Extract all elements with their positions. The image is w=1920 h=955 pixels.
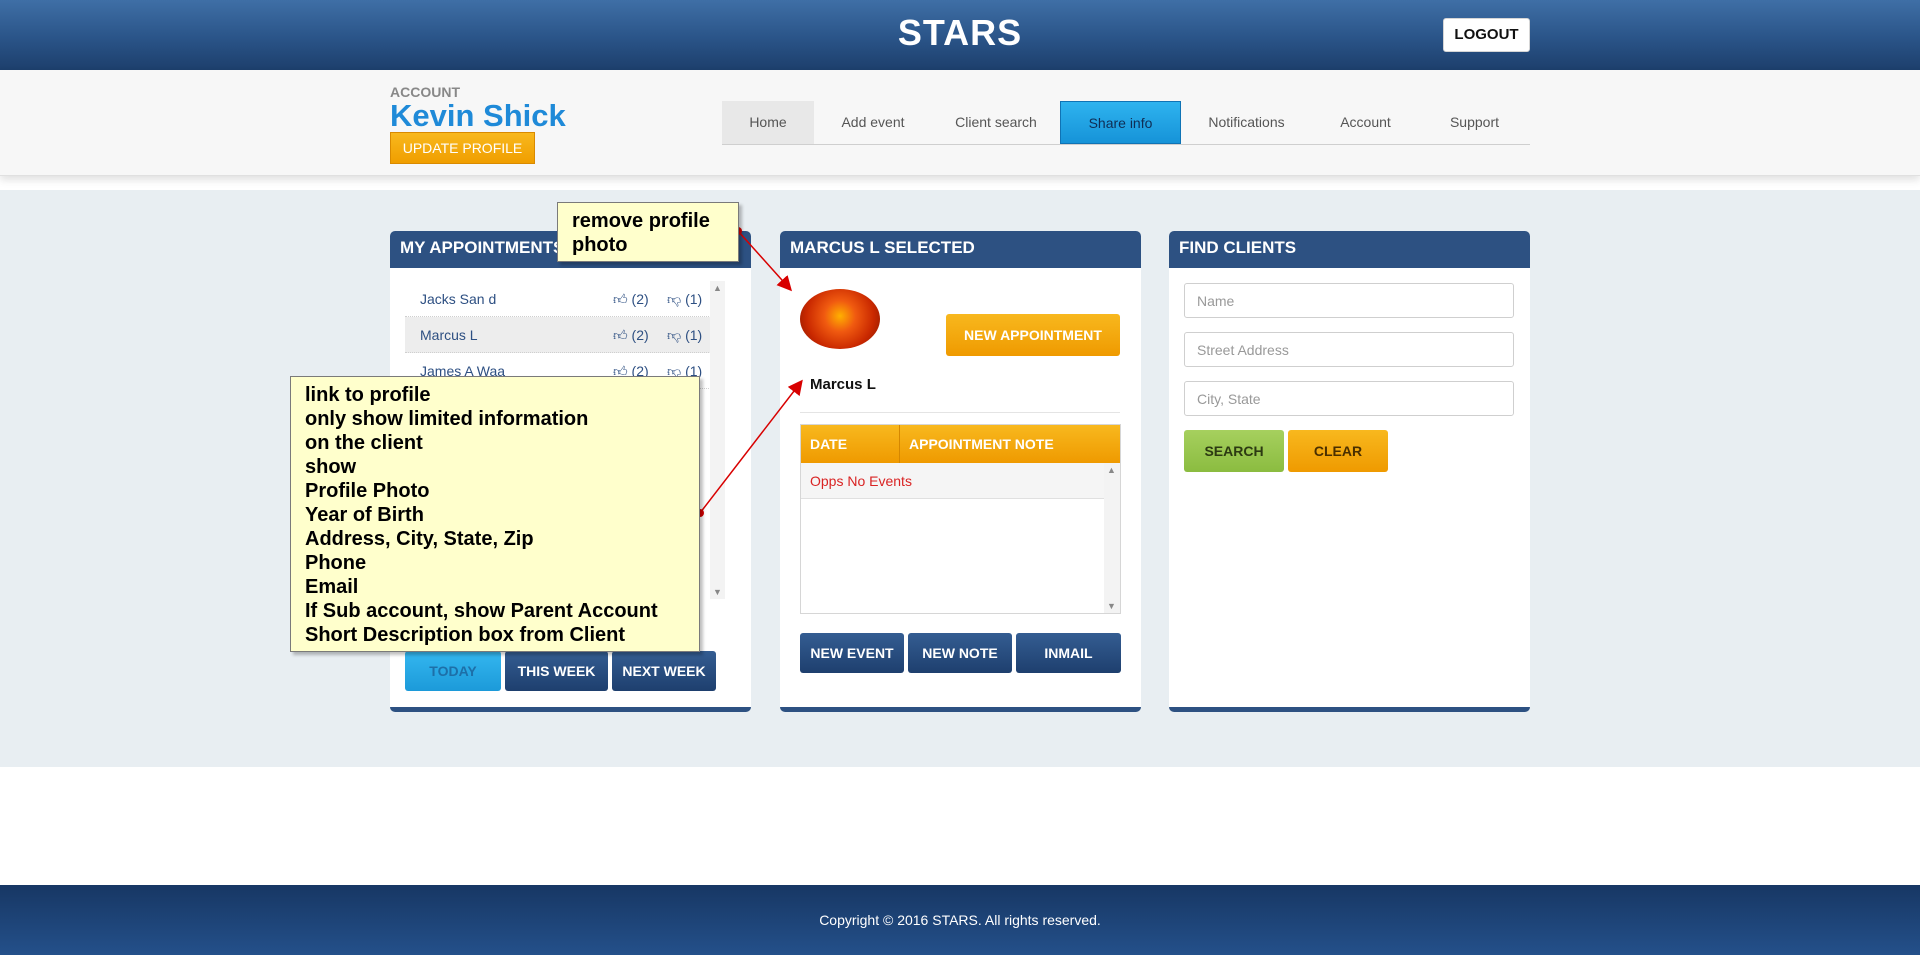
appointment-row[interactable]: Jacks San d 👍︎ (2) 👎︎ (1) — [405, 281, 725, 317]
events-scrollbar[interactable]: ▲ ▼ — [1104, 463, 1120, 613]
scroll-up-icon[interactable]: ▲ — [713, 283, 722, 293]
account-name[interactable]: Kevin Shick — [390, 98, 566, 134]
find-clients-title: FIND CLIENTS — [1169, 231, 1530, 268]
today-button[interactable]: TODAY — [405, 651, 501, 691]
this-week-button[interactable]: THIS WEEK — [505, 651, 608, 691]
scroll-down-icon[interactable]: ▼ — [1107, 601, 1116, 611]
thumbs-up-icon: 👍︎ — [613, 291, 628, 307]
logout-button[interactable]: LOGOUT — [1443, 18, 1530, 52]
selected-client-panel: MARCUS L SELECTED NEW APPOINTMENT Marcus… — [780, 231, 1141, 712]
account-header: ACCOUNT Kevin Shick UPDATE PROFILE Home … — [0, 70, 1920, 176]
brand-title: STARS — [897, 12, 1023, 53]
clear-button[interactable]: CLEAR — [1288, 430, 1388, 472]
column-appointment-note: APPOINTMENT NOTE — [909, 436, 1054, 452]
find-clients-panel: FIND CLIENTS SEARCH CLEAR — [1169, 231, 1530, 712]
thumbs-down-count[interactable]: 👎︎ (1) — [667, 291, 702, 308]
search-button[interactable]: SEARCH — [1184, 430, 1284, 472]
selected-client-title: MARCUS L SELECTED — [780, 231, 1141, 268]
thumbs-down-icon: 👎︎ — [667, 327, 682, 343]
name-input[interactable] — [1184, 283, 1514, 318]
thumbs-up-count[interactable]: 👍︎ (2) — [613, 327, 649, 344]
tab-client-search[interactable]: Client search — [932, 101, 1060, 144]
inmail-button[interactable]: INMAIL — [1016, 633, 1121, 673]
tab-notifications[interactable]: Notifications — [1181, 101, 1312, 144]
next-week-button[interactable]: NEXT WEEK — [612, 651, 716, 691]
thumbs-up-icon: 👍︎ — [613, 327, 628, 343]
tab-support[interactable]: Support — [1419, 101, 1530, 144]
appointment-client-name[interactable]: Marcus L — [420, 327, 478, 343]
date-range-buttons: TODAY THIS WEEK NEXT WEEK — [405, 651, 716, 691]
tab-add-event[interactable]: Add event — [814, 101, 932, 144]
client-profile-photo[interactable] — [800, 289, 880, 349]
tab-share-info[interactable]: Share info — [1060, 101, 1181, 144]
tab-account[interactable]: Account — [1312, 101, 1419, 144]
thumbs-down-count[interactable]: 👎︎ (1) — [667, 327, 702, 344]
appointments-scrollbar[interactable]: ▲ ▼ — [710, 281, 725, 599]
thumbs-up-count[interactable]: 👍︎ (2) — [613, 291, 649, 308]
note-remove-photo: remove profile photo — [557, 202, 739, 262]
divider — [800, 412, 1120, 413]
city-state-input[interactable] — [1184, 381, 1514, 416]
appointment-client-name[interactable]: Jacks San d — [420, 291, 496, 307]
no-events-message: Opps No Events — [801, 463, 1105, 499]
copyright-text: Copyright © 2016 STARS. All rights reser… — [819, 912, 1101, 928]
column-date: DATE — [801, 425, 900, 463]
main-nav: Home Add event Client search Share info … — [722, 101, 1530, 145]
appointment-row[interactable]: Marcus L 👍︎ (2) 👎︎ (1) — [405, 317, 725, 353]
events-table-header: DATE APPOINTMENT NOTE — [801, 425, 1120, 463]
events-table: DATE APPOINTMENT NOTE Opps No Events ▲ ▼ — [800, 424, 1121, 614]
footer: Copyright © 2016 STARS. All rights reser… — [0, 885, 1920, 955]
selected-client-name[interactable]: Marcus L — [810, 376, 876, 393]
new-appointment-button[interactable]: NEW APPOINTMENT — [946, 314, 1120, 356]
thumbs-down-icon: 👎︎ — [667, 291, 682, 307]
street-address-input[interactable] — [1184, 332, 1514, 367]
update-profile-button[interactable]: UPDATE PROFILE — [390, 132, 535, 164]
client-action-buttons: NEW EVENT NEW NOTE INMAIL — [800, 633, 1121, 673]
tab-home[interactable]: Home — [722, 101, 814, 144]
new-note-button[interactable]: NEW NOTE — [908, 633, 1012, 673]
note-profile-info: link to profile only show limited inform… — [290, 376, 700, 652]
new-event-button[interactable]: NEW EVENT — [800, 633, 904, 673]
top-bar: STARS LOGOUT — [0, 0, 1920, 70]
scroll-down-icon[interactable]: ▼ — [713, 587, 722, 597]
scroll-up-icon[interactable]: ▲ — [1107, 465, 1116, 475]
